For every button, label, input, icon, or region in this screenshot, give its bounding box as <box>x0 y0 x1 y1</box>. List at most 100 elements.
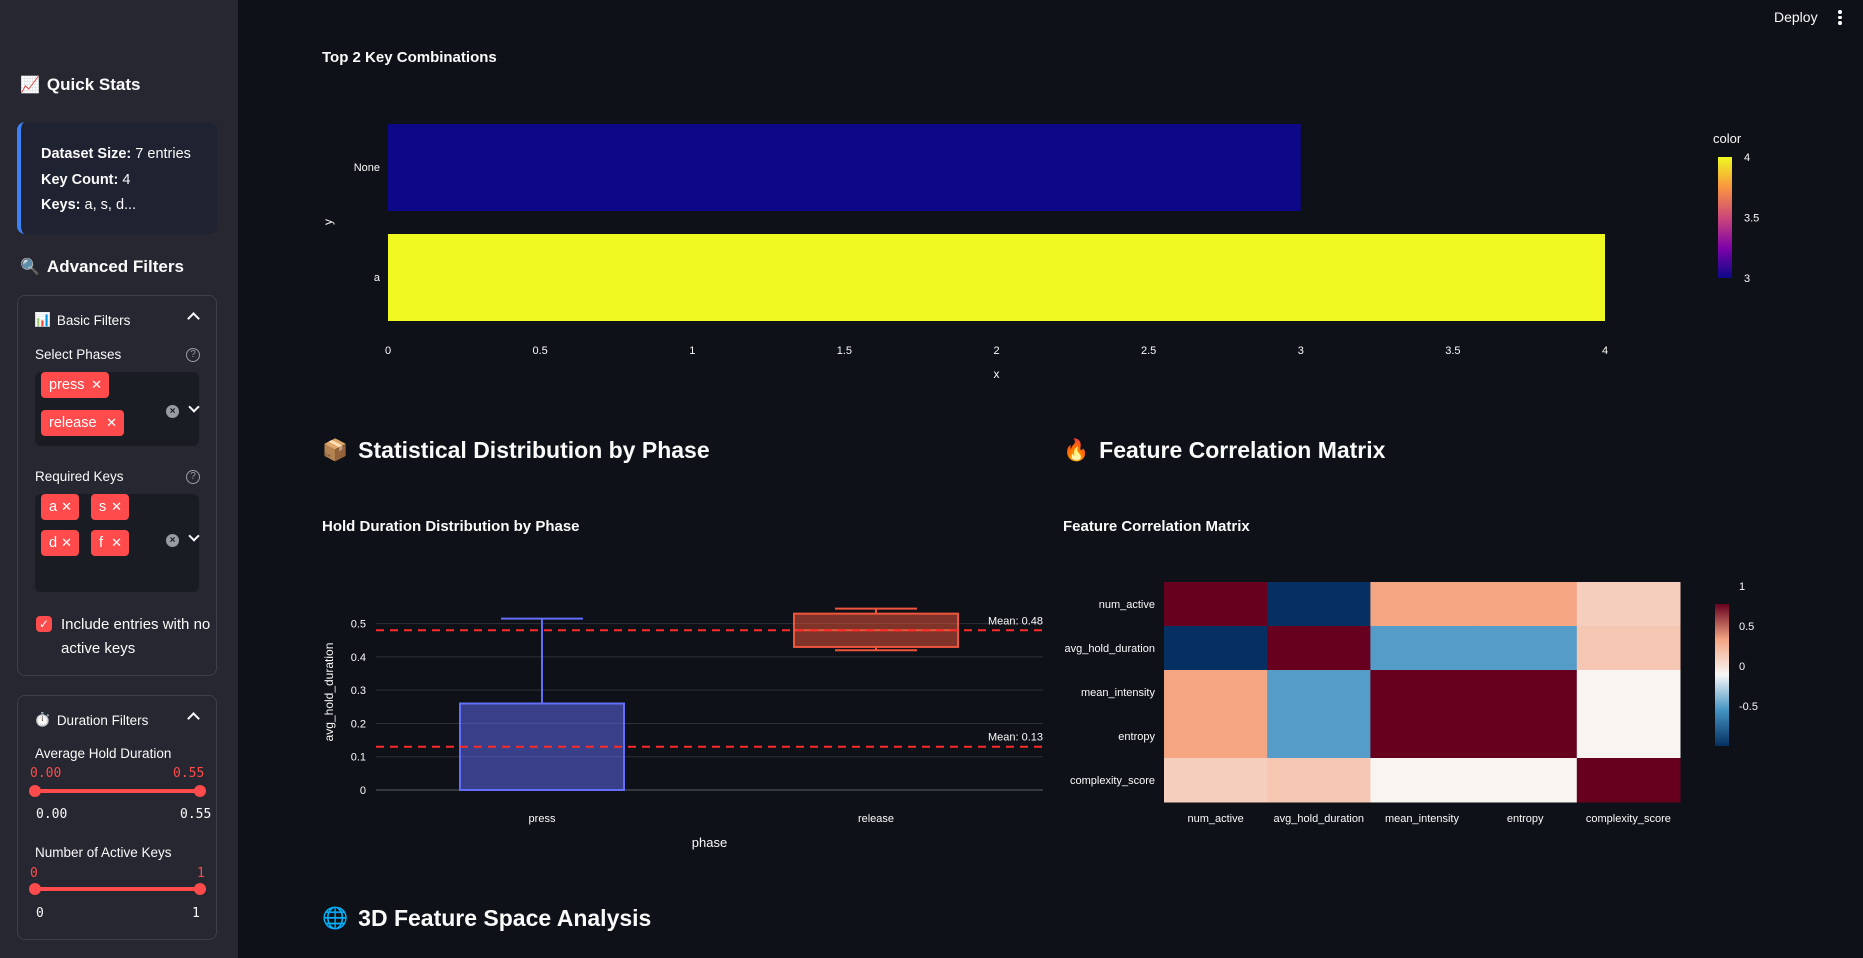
colorbar-tick: 0 <box>1739 661 1745 673</box>
phases-multiselect[interactable]: press ✕ release ✕ × <box>35 372 200 446</box>
key-tag-f[interactable]: f ✕ <box>91 530 129 556</box>
colorbar <box>1715 604 1729 746</box>
remove-tag-icon[interactable]: ✕ <box>111 494 122 520</box>
tag-label: press <box>49 377 85 393</box>
heatmap-cell <box>1164 758 1268 803</box>
key-combinations-chart: Nonea0 0.5 1 1.5 2 2.5 3 3.5 4xycolor43.53 <box>321 124 1759 381</box>
advanced-filters-heading: 🔍 Advanced Filters <box>20 257 184 277</box>
x-tick-label: 3 <box>1298 345 1304 357</box>
sidebar: 📈 Quick Stats Dataset Size: 7 entries Ke… <box>0 0 238 958</box>
basic-filters-header[interactable]: 📊 Basic Filters <box>34 312 130 328</box>
remove-tag-icon[interactable]: ✕ <box>61 530 72 556</box>
heatmap-cell <box>1164 626 1268 671</box>
required-keys-label: Required Keys <box>35 469 124 484</box>
x-axis-label: x <box>994 367 1000 381</box>
help-icon[interactable]: ? <box>186 348 200 362</box>
tag-label: d <box>49 535 58 551</box>
x-tick-label: 3.5 <box>1445 345 1460 357</box>
key-tag-s[interactable]: s ✕ <box>91 494 129 520</box>
bar-None <box>388 124 1301 211</box>
key-tag-d[interactable]: d ✕ <box>41 530 79 556</box>
colorbar <box>1718 157 1732 278</box>
stat-label: Key Count: <box>41 171 119 188</box>
tag-label: a <box>49 499 58 515</box>
active-max-label: 1 <box>192 906 200 921</box>
heatmap-cell <box>1576 626 1681 671</box>
globe-icon: 🌐 <box>322 906 349 930</box>
deploy-button[interactable]: Deploy <box>1774 9 1818 25</box>
heatmap-cell <box>1164 714 1268 759</box>
stats-box: Dataset Size: 7 entries Key Count: 4 Key… <box>17 122 217 234</box>
active-slider-track[interactable] <box>35 887 200 891</box>
hold-slider-high-handle[interactable] <box>194 785 206 797</box>
heatmap-cell <box>1370 670 1475 715</box>
active-slider-high-handle[interactable] <box>194 883 206 895</box>
remove-tag-icon[interactable]: ✕ <box>106 410 117 436</box>
key-tag-a[interactable]: a ✕ <box>41 494 79 520</box>
x-tick-label: 2 <box>993 345 999 357</box>
keys-multiselect[interactable]: a ✕ s ✕ d ✕ f ✕ × <box>35 494 200 592</box>
active-min-label: 0 <box>36 906 44 921</box>
clear-all-icon[interactable]: × <box>166 534 179 547</box>
active-value-low: 0 <box>30 866 38 881</box>
fire-icon: 🔥 <box>1063 438 1090 462</box>
magnifier-icon: 🔍 <box>20 259 40 276</box>
advanced-filters-title: Advanced Filters <box>46 257 184 276</box>
hold-duration-label: Average Hold Duration <box>35 746 172 761</box>
heatmap-cell <box>1473 582 1578 627</box>
stat-key-count: Key Count: 4 <box>41 168 217 194</box>
x-tick-label: 1 <box>689 345 695 357</box>
x-tick-label: 1.5 <box>837 345 852 357</box>
y-tick-label: 0.5 <box>351 619 366 631</box>
stat-value: 4 <box>118 171 131 188</box>
x-tick-label: release <box>858 813 894 825</box>
heatmap-cell <box>1267 714 1371 759</box>
y-tick-label: avg_hold_duration <box>1064 643 1155 655</box>
y-tick-label: 0.3 <box>351 685 366 697</box>
tag-label: release <box>49 415 97 431</box>
chevron-up-icon[interactable] <box>187 312 200 325</box>
y-tick-label: entropy <box>1118 731 1155 743</box>
chevron-down-icon[interactable] <box>188 401 200 413</box>
y-tick-label: 0.1 <box>351 752 366 764</box>
chevron-down-icon[interactable] <box>188 530 200 542</box>
kebab-menu-icon[interactable] <box>1838 10 1842 27</box>
heatmap-cell <box>1576 582 1681 627</box>
active-slider-low-handle[interactable] <box>29 883 41 895</box>
remove-tag-icon[interactable]: ✕ <box>91 372 102 398</box>
phase-tag-release[interactable]: release ✕ <box>41 410 124 436</box>
section-title: Feature Correlation Matrix <box>1099 437 1386 463</box>
heatmap-cell <box>1473 670 1578 715</box>
colorbar-title: color <box>1713 131 1742 146</box>
include-empty-checkbox[interactable]: ✓ <box>36 616 52 632</box>
chevron-up-icon[interactable] <box>187 712 200 725</box>
help-icon[interactable]: ? <box>186 470 200 484</box>
active-keys-label: Number of Active Keys <box>35 845 172 860</box>
hold-slider-track[interactable] <box>35 789 200 793</box>
chart-increasing-icon: 📈 <box>20 77 40 94</box>
x-tick-label: 4 <box>1602 345 1608 357</box>
y-tick-label: num_active <box>1099 599 1155 611</box>
duration-filters-header[interactable]: ⏱️ Duration Filters <box>34 712 148 728</box>
y-tick-label: 0.4 <box>351 652 366 664</box>
remove-tag-icon[interactable]: ✕ <box>61 494 72 520</box>
heatmap-cell <box>1267 626 1371 671</box>
x-tick-label: 0 <box>385 345 391 357</box>
colorbar-tick: -0.5 <box>1739 701 1758 713</box>
colorbar-tick: 1 <box>1739 581 1745 593</box>
hold-min-label: 0.00 <box>36 807 68 822</box>
quick-stats-heading: 📈 Quick Stats <box>20 75 140 95</box>
hold-slider-low-handle[interactable] <box>29 785 41 797</box>
colorbar-tick: 0.5 <box>1739 621 1754 633</box>
remove-tag-icon[interactable]: ✕ <box>111 530 122 556</box>
section-statistical-distribution: 📦 Statistical Distribution by Phase <box>322 437 710 464</box>
x-tick-label: num_active <box>1187 813 1243 825</box>
active-value-high: 1 <box>197 866 205 881</box>
clear-all-icon[interactable]: × <box>166 405 179 418</box>
duration-filters-title: Duration Filters <box>56 712 149 728</box>
stopwatch-icon: ⏱️ <box>34 712 51 727</box>
tag-label: f <box>99 535 104 551</box>
phase-tag-press[interactable]: press ✕ <box>41 372 109 398</box>
top-chart-title: Top 2 Key Combinations <box>322 49 497 66</box>
x-tick-label: entropy <box>1507 813 1544 825</box>
